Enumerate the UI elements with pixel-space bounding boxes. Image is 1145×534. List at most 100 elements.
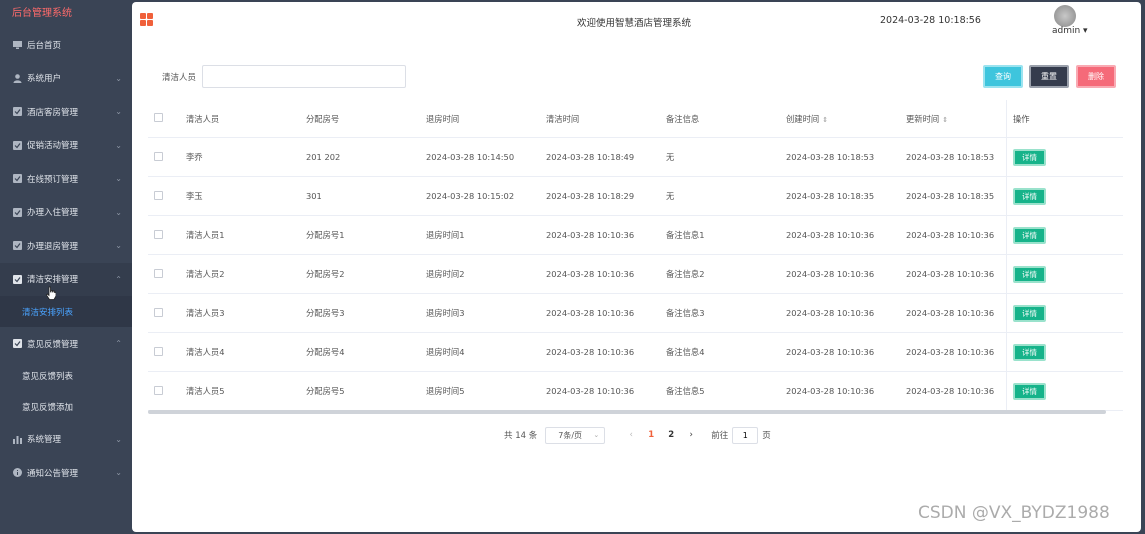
sort-icon[interactable]: ⇕ xyxy=(822,116,828,124)
sidebar-item-label: 系统用户 xyxy=(27,74,62,85)
header-name: 清洁人员 xyxy=(186,113,220,124)
cell-clean: 2024-03-28 10:10:36 xyxy=(546,269,635,279)
sidebar-item-bookings[interactable]: 在线预订管理 ⌄ xyxy=(0,162,132,196)
header-clean: 清洁时间 xyxy=(546,113,580,124)
prev-page-button[interactable]: ‹ xyxy=(621,430,641,440)
cell-update: 2024-03-28 10:10:36 xyxy=(906,230,995,240)
reset-button[interactable]: 重置 xyxy=(1029,65,1069,88)
row-checkbox[interactable] xyxy=(154,229,163,239)
row-checkbox[interactable] xyxy=(154,307,163,317)
row-checkbox[interactable] xyxy=(154,190,163,200)
row-checkbox[interactable] xyxy=(154,151,163,161)
sidebar-item-label: 系统管理 xyxy=(27,435,62,446)
detail-button[interactable]: 详情 xyxy=(1013,187,1046,205)
check-square-icon xyxy=(12,241,22,251)
page-size-value: 7条/页 xyxy=(558,430,583,440)
page-1-button[interactable]: 1 xyxy=(641,430,661,440)
chevron-down-icon: ⌄ xyxy=(115,174,122,184)
page-size-select[interactable]: 7条/页 ⌄ xyxy=(545,426,606,444)
page-2-button[interactable]: 2 xyxy=(661,430,681,440)
sidebar-item-label: 清洁安排管理 xyxy=(27,275,79,286)
detail-button[interactable]: 详情 xyxy=(1013,382,1046,400)
submenu-item-feedback-list[interactable]: 意见反馈列表 xyxy=(0,361,132,392)
table-row: 清洁人员3 分配房号3 退房时间3 2024-03-28 10:10:36 备注… xyxy=(148,294,1123,333)
cell-create: 2024-03-28 10:18:35 xyxy=(786,191,875,201)
avatar[interactable] xyxy=(1054,5,1076,27)
cell-checkout: 退房时间5 xyxy=(426,386,465,396)
watermark: CSDN @VX_BYDZ1988 xyxy=(918,503,1110,523)
sidebar-item-cleaning[interactable]: 清洁安排管理 ⌃ xyxy=(0,262,132,296)
cell-note: 无 xyxy=(666,152,675,162)
sidebar-item-checkout[interactable]: 办理退房管理 ⌄ xyxy=(0,229,132,263)
info-circle-icon xyxy=(12,468,22,478)
sidebar-item-label: 促销活动管理 xyxy=(27,141,79,152)
next-page-button[interactable]: › xyxy=(681,430,701,440)
header-note: 备注信息 xyxy=(666,113,700,124)
chevron-down-icon: ⌄ xyxy=(115,434,122,444)
cell-create: 2024-03-28 10:10:36 xyxy=(786,269,875,279)
chevron-up-icon: ⌃ xyxy=(115,274,122,284)
sidebar-item-label: 酒店客房管理 xyxy=(27,107,79,118)
cell-create: 2024-03-28 10:18:53 xyxy=(786,152,875,162)
sidebar-item-label: 通知公告管理 xyxy=(27,468,79,479)
grid-menu-icon[interactable] xyxy=(140,13,153,26)
goto-page-input[interactable] xyxy=(732,426,759,444)
sidebar-item-label: 后台首页 xyxy=(27,40,62,51)
sidebar-item-label: 办理入住管理 xyxy=(27,208,79,219)
detail-button[interactable]: 详情 xyxy=(1013,226,1046,244)
submenu-item-feedback-add[interactable]: 意见反馈添加 xyxy=(0,392,132,423)
row-checkbox[interactable] xyxy=(154,385,163,395)
check-square-icon xyxy=(12,174,22,184)
cell-note: 备注信息5 xyxy=(666,386,705,396)
header-update-label: 更新时间 xyxy=(906,113,940,124)
horizontal-scrollbar[interactable] xyxy=(148,410,1106,414)
goto-label: 前往 xyxy=(711,431,729,441)
pagination: 共 14 条 7条/页 ⌄ ‹ 1 2 › 前往 页 xyxy=(504,426,771,444)
cell-checkout: 退房时间4 xyxy=(426,347,465,357)
page-unit: 页 xyxy=(762,431,771,441)
detail-button[interactable]: 详情 xyxy=(1013,343,1046,361)
check-square-icon xyxy=(12,207,22,217)
chevron-down-icon: ⌄ xyxy=(115,468,122,478)
cell-clean: 2024-03-28 10:18:49 xyxy=(546,152,635,162)
cell-room: 分配房号2 xyxy=(306,269,345,279)
sidebar-item-label: 意见反馈管理 xyxy=(27,339,79,350)
sidebar-item-label: 办理退房管理 xyxy=(27,241,79,252)
cell-name: 清洁人员2 xyxy=(186,269,225,279)
search-label: 清洁人员 xyxy=(162,73,197,83)
main-panel: 欢迎使用智慧酒店管理系统 2024-03-28 10:18:56 admin ▾… xyxy=(132,2,1141,532)
sidebar-item-label: 在线预订管理 xyxy=(27,174,79,185)
table-row: 清洁人员2 分配房号2 退房时间2 2024-03-28 10:10:36 备注… xyxy=(148,255,1123,294)
cell-name: 清洁人员1 xyxy=(186,230,225,240)
user-menu[interactable]: admin ▾ xyxy=(1052,26,1088,36)
detail-button[interactable]: 详情 xyxy=(1013,304,1046,322)
select-all-checkbox[interactable] xyxy=(154,113,163,122)
delete-button[interactable]: 删除 xyxy=(1076,65,1116,88)
row-checkbox[interactable] xyxy=(154,346,163,356)
sidebar-item-feedback[interactable]: 意见反馈管理 ⌃ xyxy=(0,327,132,361)
sidebar-item-system-users[interactable]: 系统用户 ⌄ xyxy=(0,62,132,96)
table-row: 清洁人员5 分配房号5 退房时间5 2024-03-28 10:10:36 备注… xyxy=(148,372,1123,411)
query-button[interactable]: 查询 xyxy=(983,65,1023,88)
sidebar: 后台管理系统 后台首页 系统用户 ⌄ 酒店客房管理 ⌄ 促销活动管理 ⌄ 在线预… xyxy=(0,0,132,534)
sidebar-item-promotions[interactable]: 促销活动管理 ⌄ xyxy=(0,129,132,163)
header-create-label: 创建时间 xyxy=(786,113,820,124)
header-update[interactable]: 更新时间 ⇕ xyxy=(906,113,1006,125)
sidebar-item-checkin[interactable]: 办理入住管理 ⌄ xyxy=(0,196,132,230)
check-square-icon xyxy=(12,274,22,284)
sidebar-item-home[interactable]: 后台首页 xyxy=(0,28,132,62)
chevron-down-icon: ⌄ xyxy=(115,73,122,83)
sidebar-item-notices[interactable]: 通知公告管理 ⌄ xyxy=(0,456,132,490)
cell-create: 2024-03-28 10:10:36 xyxy=(786,308,875,318)
sidebar-item-system[interactable]: 系统管理 ⌄ xyxy=(0,423,132,457)
cell-create: 2024-03-28 10:10:36 xyxy=(786,347,875,357)
header-create[interactable]: 创建时间 ⇕ xyxy=(786,113,906,125)
detail-button[interactable]: 详情 xyxy=(1013,148,1046,166)
cleaner-search-input[interactable] xyxy=(202,65,406,88)
cell-note: 备注信息2 xyxy=(666,269,705,279)
submenu-item-cleaning-list[interactable]: 清洁安排列表 xyxy=(0,296,132,327)
sort-icon[interactable]: ⇕ xyxy=(942,116,948,124)
sidebar-item-rooms[interactable]: 酒店客房管理 ⌄ xyxy=(0,95,132,129)
detail-button[interactable]: 详情 xyxy=(1013,265,1046,283)
row-checkbox[interactable] xyxy=(154,268,163,278)
